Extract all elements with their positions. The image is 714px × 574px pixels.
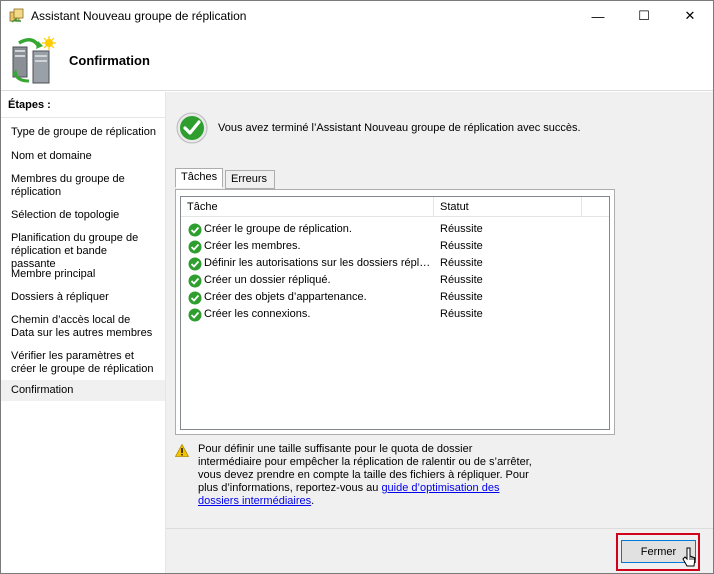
task-name: Créer des objets d’appartenance. [204, 291, 367, 303]
success-check-icon [188, 240, 202, 254]
task-status: Réussite [440, 274, 483, 286]
success-check-icon [188, 291, 202, 305]
success-check-icon [188, 308, 202, 322]
table-row[interactable]: Créer les membres. Réussite [181, 238, 609, 255]
step-confirmation[interactable]: Confirmation [1, 380, 165, 401]
minimize-icon: — [591, 8, 605, 24]
table-row[interactable]: Créer un dossier répliqué. Réussite [181, 272, 609, 289]
window-title: Assistant Nouveau groupe de réplication [31, 9, 247, 23]
replication-app-icon [9, 8, 24, 23]
title-bar: Assistant Nouveau groupe de réplication … [1, 1, 713, 31]
task-status: Réussite [440, 223, 483, 235]
table-row[interactable]: Créer les connexions. Réussite [181, 306, 609, 323]
steps-sidebar: Étapes : Type de groupe de réplication N… [1, 92, 166, 573]
close-window-button[interactable]: ✕ [667, 1, 713, 31]
task-name: Créer le groupe de réplication. [204, 223, 352, 235]
close-icon: ✕ [684, 8, 696, 23]
step-replication-group-type[interactable]: Type de groupe de réplication [1, 124, 165, 141]
table-row[interactable]: Créer des objets d’appartenance. Réussit… [181, 289, 609, 306]
step-local-path-data[interactable]: Chemin d’accès local de Data sur les aut… [1, 312, 159, 342]
wizard-header: Confirmation [1, 31, 713, 91]
steps-divider [1, 117, 165, 118]
warning-icon [175, 444, 189, 457]
step-primary-member[interactable]: Membre principal [1, 266, 165, 283]
column-header-task[interactable]: Tâche [181, 197, 434, 217]
task-status: Réussite [440, 257, 483, 269]
step-review-settings[interactable]: Vérifier les paramètres et créer le grou… [1, 348, 159, 378]
warning-suffix: . [311, 495, 315, 507]
minimize-button[interactable]: — [575, 1, 621, 31]
tasks-tab-panel: Tâche Statut Créer le groupe de réplicat… [175, 189, 615, 435]
task-name: Définir les autorisations sur les dossie… [204, 257, 432, 269]
main-panel: Vous avez terminé l’Assistant Nouveau gr… [166, 92, 713, 528]
success-check-icon [188, 223, 202, 237]
maximize-button[interactable]: ☐ [621, 1, 667, 31]
steps-label: Étapes : [8, 99, 51, 111]
task-status: Réussite [440, 240, 483, 252]
mouse-pointer-icon [682, 547, 696, 567]
tab-tasks[interactable]: Tâches [175, 168, 223, 188]
table-row[interactable]: Définir les autorisations sur les dossie… [181, 255, 609, 272]
tasks-list[interactable]: Tâche Statut Créer le groupe de réplicat… [180, 196, 610, 430]
task-name: Créer les connexions. [204, 308, 311, 320]
column-header-status[interactable]: Statut [434, 197, 582, 217]
success-check-icon [188, 257, 202, 271]
success-check-icon [176, 112, 208, 144]
table-row[interactable]: Créer le groupe de réplication. Réussite [181, 221, 609, 238]
task-name: Créer les membres. [204, 240, 301, 252]
success-message: Vous avez terminé l’Assistant Nouveau gr… [218, 122, 581, 134]
step-topology-selection[interactable]: Sélection de topologie [1, 207, 165, 224]
list-header: Tâche Statut [181, 197, 609, 217]
step-folders-to-replicate[interactable]: Dossiers à répliquer [1, 289, 165, 306]
staging-quota-warning: Pour définir une taille suffisante pour … [198, 443, 538, 508]
step-group-members[interactable]: Membres du groupe de réplication [1, 171, 151, 201]
task-status: Réussite [440, 308, 483, 320]
task-status: Réussite [440, 291, 483, 303]
step-name-and-domain[interactable]: Nom et domaine [1, 148, 165, 165]
maximize-icon: ☐ [638, 8, 650, 23]
replication-wizard-icon [12, 36, 56, 84]
task-name: Créer un dossier répliqué. [204, 274, 331, 286]
wizard-footer: Fermer [166, 528, 713, 573]
wizard-window: Assistant Nouveau groupe de réplication … [0, 0, 714, 574]
page-title: Confirmation [69, 53, 150, 68]
tab-errors[interactable]: Erreurs [225, 170, 275, 189]
success-check-icon [188, 274, 202, 288]
